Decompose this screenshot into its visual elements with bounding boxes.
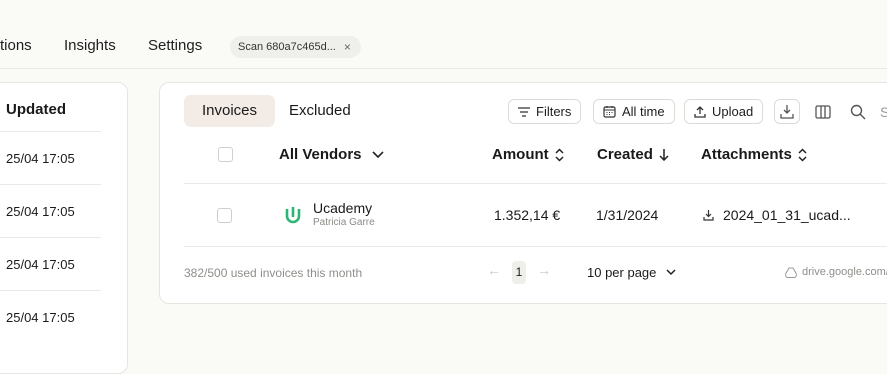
vendor-contact: Patricia Garre <box>313 217 375 228</box>
upload-button[interactable]: Upload <box>684 99 764 124</box>
scan-chip-label: Scan 680a7c465d... <box>238 41 336 53</box>
current-page[interactable]: 1 <box>512 261 526 284</box>
per-page-select[interactable]: 10 per page <box>587 265 676 280</box>
sort-icon <box>555 147 564 162</box>
sort-icon <box>798 147 807 162</box>
attachment-download-icon[interactable] <box>702 208 714 222</box>
nav-item-settings[interactable]: Settings <box>148 37 202 54</box>
upload-label: Upload <box>712 104 754 119</box>
tab-excluded[interactable]: Excluded <box>271 95 369 127</box>
row-checkbox[interactable] <box>217 208 232 223</box>
vendors-header-label: All Vendors <box>279 146 362 163</box>
close-icon[interactable]: × <box>344 36 351 58</box>
filters-label: Filters <box>536 104 572 119</box>
updated-column-header: Updated <box>6 101 66 118</box>
divider <box>184 246 887 247</box>
upload-icon <box>694 105 706 118</box>
ucademy-logo-icon <box>284 205 302 225</box>
created-column-header[interactable]: Created <box>597 146 669 163</box>
google-drive-icon <box>784 266 797 278</box>
chevron-down-icon <box>666 269 676 276</box>
scan-filter-chip[interactable]: Scan 680a7c465d... × <box>230 36 361 58</box>
prev-page-button[interactable]: ← <box>487 262 501 278</box>
divider <box>0 290 101 291</box>
search-input-partial[interactable]: S <box>880 104 887 120</box>
usage-counter: 382/500 used invoices this month <box>184 266 363 280</box>
drive-source-link[interactable]: drive.google.com/ <box>802 266 887 278</box>
list-item[interactable]: 25/04 17:05 <box>6 204 75 219</box>
created-header-label: Created <box>597 146 653 163</box>
arrow-down-icon <box>659 149 669 161</box>
list-item[interactable]: 25/04 17:05 <box>6 151 75 166</box>
attachments-header-label: Attachments <box>701 146 792 163</box>
divider <box>0 237 101 238</box>
vendors-column-header[interactable]: All Vendors <box>279 146 384 163</box>
attachments-column-header[interactable]: Attachments <box>701 146 807 163</box>
amount-header-label: Amount <box>492 146 549 163</box>
next-page-button[interactable]: → <box>537 262 551 278</box>
chevron-down-icon <box>371 150 384 158</box>
list-item[interactable]: 25/04 17:05 <box>6 310 75 325</box>
tab-invoices[interactable]: Invoices <box>184 95 276 127</box>
scan-history-panel <box>0 82 128 374</box>
date-range-button[interactable]: All time <box>593 99 675 124</box>
filter-icon <box>518 106 530 117</box>
divider <box>0 131 101 132</box>
divider <box>0 184 101 185</box>
amount-column-header[interactable]: Amount <box>492 146 564 163</box>
download-icon <box>780 105 794 119</box>
nav-item-integrations[interactable]: tions <box>0 37 32 54</box>
created-cell: 1/31/2024 <box>596 207 659 223</box>
list-item[interactable]: 25/04 17:05 <box>6 257 75 272</box>
filters-button[interactable]: Filters <box>508 99 582 124</box>
top-nav: tions Insights Settings Scan 680a7c465d.… <box>0 0 887 69</box>
nav-item-insights[interactable]: Insights <box>64 37 116 54</box>
download-button[interactable] <box>774 99 800 124</box>
calendar-icon <box>603 106 616 118</box>
search-icon[interactable] <box>848 102 868 122</box>
amount-cell: 1.352,14 € <box>494 207 561 223</box>
date-range-label: All time <box>622 104 665 119</box>
columns-icon[interactable] <box>813 102 833 122</box>
per-page-label: 10 per page <box>587 265 657 280</box>
attachment-link[interactable]: 2024_01_31_ucad... <box>723 207 851 223</box>
select-all-checkbox[interactable] <box>218 147 233 162</box>
vendor-name: Ucademy <box>313 200 373 216</box>
